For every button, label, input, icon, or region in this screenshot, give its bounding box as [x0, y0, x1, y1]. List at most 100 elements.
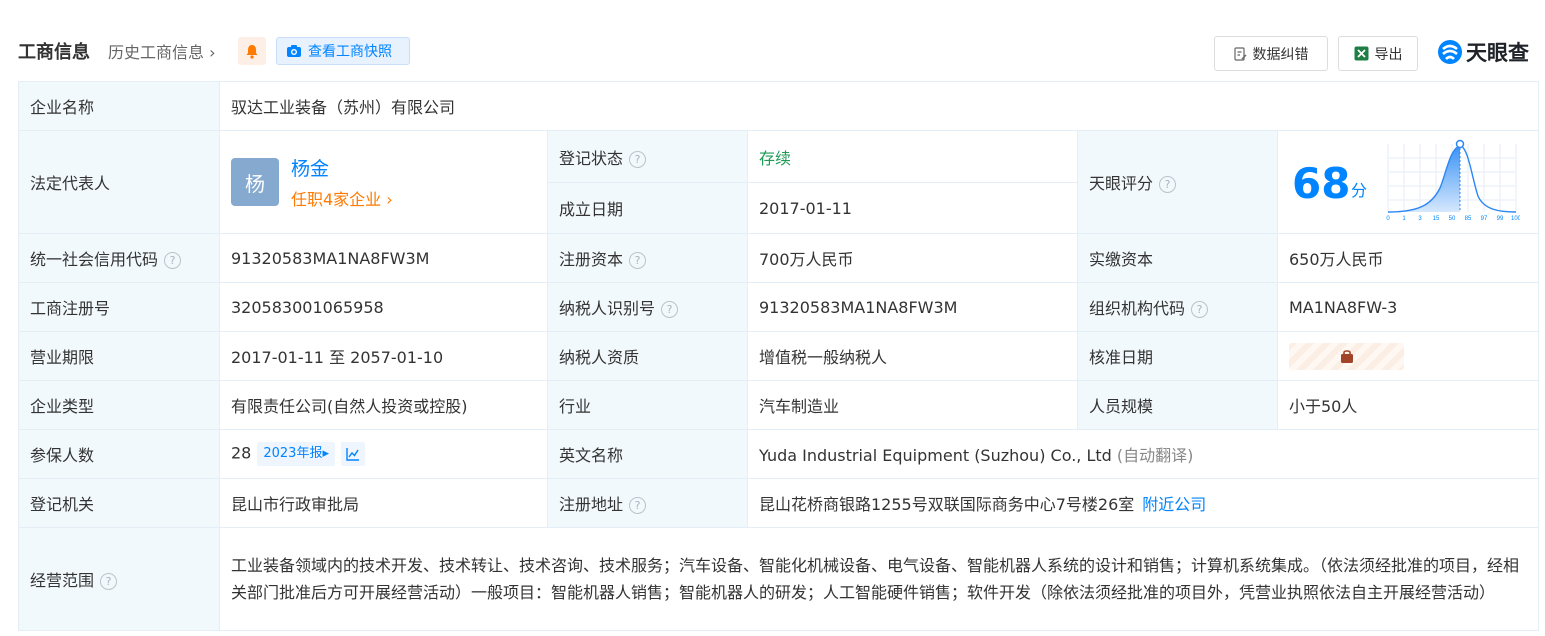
- score-tick-label: 85: [1465, 216, 1472, 222]
- english-name-value: Yuda Industrial Equipment (Suzhou) Co., …: [759, 446, 1112, 465]
- data-correct-label: 数据纠错: [1252, 46, 1309, 63]
- camera-icon: [287, 45, 301, 57]
- field-label: 工商注册号: [18, 282, 220, 332]
- help-icon[interactable]: ?: [629, 252, 647, 269]
- field-label: 注册资本: [559, 250, 624, 269]
- help-icon[interactable]: ?: [661, 301, 679, 318]
- lock-icon: [1340, 350, 1353, 363]
- reg-status-value: 存续: [747, 130, 1078, 183]
- business-scope-value: 工业装备领域内的技术开发、技术转让、技术咨询、技术服务；汽车设备、智能化机械设备…: [218, 527, 1540, 631]
- bell-icon: [246, 44, 258, 59]
- edit-doc-icon: [1233, 46, 1246, 61]
- caret-right-icon: ▸: [322, 446, 329, 461]
- score-tick-label: 100: [1511, 216, 1520, 222]
- section-title: 工商信息: [18, 42, 90, 63]
- staff-size-value: 小于50人: [1276, 380, 1540, 430]
- data-correct-button[interactable]: 数据纠错: [1214, 36, 1328, 71]
- field-label: 核准日期: [1077, 331, 1278, 381]
- field-label: 人员规模: [1077, 380, 1278, 430]
- taxpayer-qual-value: 增值税一般纳税人: [747, 331, 1078, 381]
- taxpayer-id-label-cell: 纳税人识别号?: [547, 282, 748, 332]
- insured-value: 28: [231, 443, 252, 463]
- field-label: 组织机构代码: [1089, 299, 1186, 318]
- score-unit: 分: [1351, 181, 1368, 200]
- field-label: 参保人数: [18, 429, 220, 479]
- help-icon[interactable]: ?: [164, 252, 182, 269]
- reg-status-label-cell: 登记状态?: [547, 130, 748, 183]
- help-icon[interactable]: ?: [1159, 176, 1177, 193]
- tianyancha-logo-icon: [1438, 40, 1462, 64]
- field-label: 法定代表人: [18, 130, 220, 234]
- field-label: 企业类型: [18, 380, 220, 430]
- business-info-table: 企业名称 驭达工业装备（苏州）有限公司 法定代表人 杨 杨金 任职4家企业 › …: [18, 81, 1540, 631]
- snapshot-button[interactable]: 查看工商快照: [276, 37, 410, 65]
- table-row: 参保人数 28 2023年报▸ 英文名称 Yuda Industrial Equi…: [18, 429, 1540, 479]
- score-tick-label: 1: [1402, 216, 1406, 222]
- table-row: 营业期限 2017-01-11 至 2057-01-10 纳税人资质 增值税一般…: [18, 331, 1540, 381]
- table-row: 统一社会信用代码? 91320583MA1NA8FW3M 注册资本? 700万人…: [18, 233, 1540, 283]
- field-label: 成立日期: [547, 182, 748, 234]
- monitor-button[interactable]: [238, 37, 266, 65]
- score-marker: [1455, 139, 1465, 149]
- nearby-companies-link[interactable]: 附近公司: [1142, 495, 1206, 514]
- field-label: 登记状态: [559, 148, 624, 168]
- history-link[interactable]: 历史工商信息 ›: [108, 39, 216, 63]
- help-icon[interactable]: ?: [1191, 301, 1209, 318]
- field-label: 统一社会信用代码: [30, 250, 159, 269]
- biz-reg-no-value: 320583001065958: [219, 282, 548, 332]
- scope-label-cell: 经营范围?: [18, 527, 220, 631]
- score-cell[interactable]: 68 分 0 1 3 15 50 85 97 99 10: [1276, 130, 1540, 234]
- paid-capital-value: 650万人民币: [1276, 233, 1540, 283]
- company-name-value: 驭达工业装备（苏州）有限公司: [218, 81, 1540, 131]
- field-label: 英文名称: [547, 429, 748, 479]
- help-icon[interactable]: ?: [629, 497, 647, 514]
- org-code-label-cell: 组织机构代码?: [1077, 282, 1278, 332]
- snapshot-label: 查看工商快照: [308, 44, 392, 60]
- table-row: 法定代表人 杨 杨金 任职4家企业 › 登记状态? 存续 天眼评分? 68 分: [18, 130, 1540, 234]
- table-row: 经营范围? 工业装备领域内的技术开发、技术转让、技术咨询、技术服务；汽车设备、智…: [18, 527, 1540, 631]
- annual-report-tag[interactable]: 2023年报▸: [257, 442, 335, 466]
- found-date-value: 2017-01-11: [747, 182, 1078, 234]
- credit-code-value: 91320583MA1NA8FW3M: [219, 233, 548, 283]
- trend-chart-button[interactable]: [340, 442, 365, 466]
- company-type-value: 有限责任公司(自然人投资或控股): [219, 380, 548, 430]
- legal-rep-companies-link[interactable]: 任职4家企业 ›: [291, 186, 393, 210]
- field-label: 企业名称: [18, 81, 220, 131]
- auto-translate-note: (自动翻译): [1116, 446, 1194, 465]
- section-header: 工商信息 历史工商信息 › 查看工商快照 数据纠错 导出 天眼查: [0, 0, 1545, 82]
- table-row: 登记机关 昆山市行政审批局 注册地址? 昆山花桥商银路1255号双联国际商务中心…: [18, 478, 1540, 528]
- help-icon[interactable]: ?: [629, 150, 647, 168]
- field-label: 经营范围: [30, 571, 95, 590]
- table-row: 工商注册号 320583001065958 纳税人识别号? 91320583MA…: [18, 282, 1540, 332]
- field-label: 登记机关: [18, 478, 220, 528]
- reg-capital-label-cell: 注册资本?: [547, 233, 748, 283]
- english-name-cell: Yuda Industrial Equipment (Suzhou) Co., …: [746, 429, 1540, 479]
- help-icon[interactable]: ?: [100, 573, 118, 590]
- address-cell: 昆山花桥商银路1255号双联国际商务中心7号楼26室 附近公司: [746, 478, 1540, 528]
- field-label: 天眼评分: [1089, 174, 1154, 193]
- score-tick-label: 3: [1418, 216, 1422, 222]
- brand-logo: 天眼查: [1437, 37, 1529, 67]
- score-value: 68: [1292, 159, 1351, 208]
- field-label: 纳税人资质: [547, 331, 748, 381]
- annual-report-label: 2023年报: [263, 446, 323, 461]
- term-value: 2017-01-11 至 2057-01-10: [219, 331, 548, 381]
- chevron-right-icon: ›: [381, 190, 393, 209]
- approve-date-cell: [1276, 331, 1540, 381]
- export-label: 导出: [1374, 46, 1403, 63]
- score-label-cell: 天眼评分?: [1077, 130, 1278, 234]
- vip-locked-value[interactable]: [1289, 342, 1404, 370]
- score-tick-label: 0: [1386, 216, 1390, 222]
- insured-cell: 28 2023年报▸: [219, 429, 548, 479]
- score-tick-label: 97: [1481, 216, 1488, 222]
- industry-value: 汽车制造业: [747, 380, 1078, 430]
- address-label-cell: 注册地址?: [547, 478, 748, 528]
- legal-rep-name-link[interactable]: 杨金: [291, 154, 393, 181]
- table-row: 企业类型 有限责任公司(自然人投资或控股) 行业 汽车制造业 人员规模 小于50…: [18, 380, 1540, 430]
- authority-value: 昆山市行政审批局: [219, 478, 548, 528]
- taxpayer-id-value: 91320583MA1NA8FW3M: [747, 282, 1078, 332]
- export-button[interactable]: 导出: [1338, 36, 1418, 71]
- credit-code-label-cell: 统一社会信用代码?: [18, 233, 220, 283]
- org-code-value: MA1NA8FW-3: [1276, 282, 1540, 332]
- history-label: 历史工商信息: [108, 43, 205, 62]
